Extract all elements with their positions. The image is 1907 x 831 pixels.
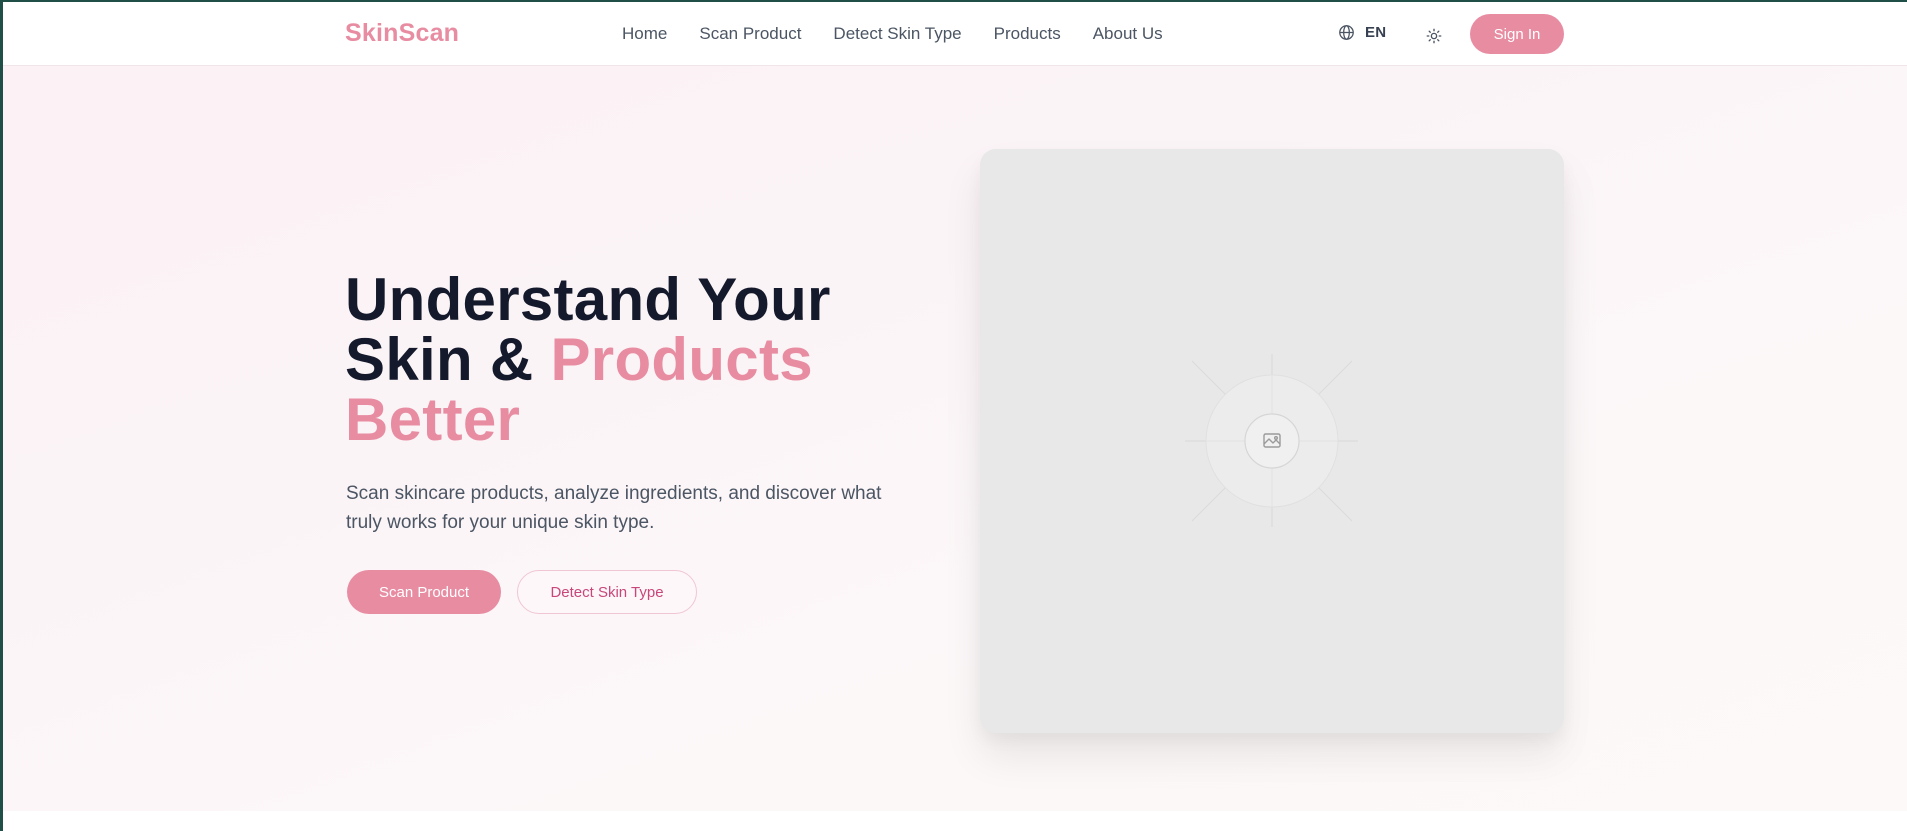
brand-logo[interactable]: SkinScan <box>345 19 459 48</box>
scan-product-button[interactable]: Scan Product <box>347 570 501 614</box>
headline-line-2-accent: Products <box>550 326 813 393</box>
hero-section <box>3 66 1907 811</box>
image-placeholder-graphic <box>1185 354 1358 527</box>
nav-item-products[interactable]: Products <box>994 24 1061 44</box>
nav-item-home[interactable]: Home <box>622 24 667 44</box>
browser-viewport: SkinScan Home Scan Product Detect Skin T… <box>0 0 1907 831</box>
headline-line-1: Understand Your <box>345 266 831 333</box>
headline-line-3-accent: Better <box>345 386 521 453</box>
nav-item-about-us[interactable]: About Us <box>1093 24 1163 44</box>
theme-toggle-button[interactable] <box>1425 27 1443 45</box>
headline-line-2-plain: Skin & <box>345 326 551 393</box>
nav-item-detect-skin-type[interactable]: Detect Skin Type <box>833 24 961 44</box>
globe-icon <box>1338 24 1355 41</box>
site-header: SkinScan Home Scan Product Detect Skin T… <box>3 2 1907 66</box>
language-label: EN <box>1365 24 1387 41</box>
hero-subtext: Scan skincare products, analyze ingredie… <box>346 483 882 533</box>
detect-skin-type-button[interactable]: Detect Skin Type <box>517 570 697 614</box>
language-selector[interactable]: EN <box>1338 24 1386 41</box>
sun-icon <box>1425 28 1443 49</box>
hero-headline: Understand Your Skin & Products Better <box>345 270 831 450</box>
sign-in-button[interactable]: Sign In <box>1470 14 1564 54</box>
page-below-fold <box>3 811 1907 831</box>
main-nav: Home Scan Product Detect Skin Type Produ… <box>622 24 1195 44</box>
nav-item-scan-product[interactable]: Scan Product <box>699 24 801 44</box>
hero-image-placeholder <box>980 149 1564 733</box>
